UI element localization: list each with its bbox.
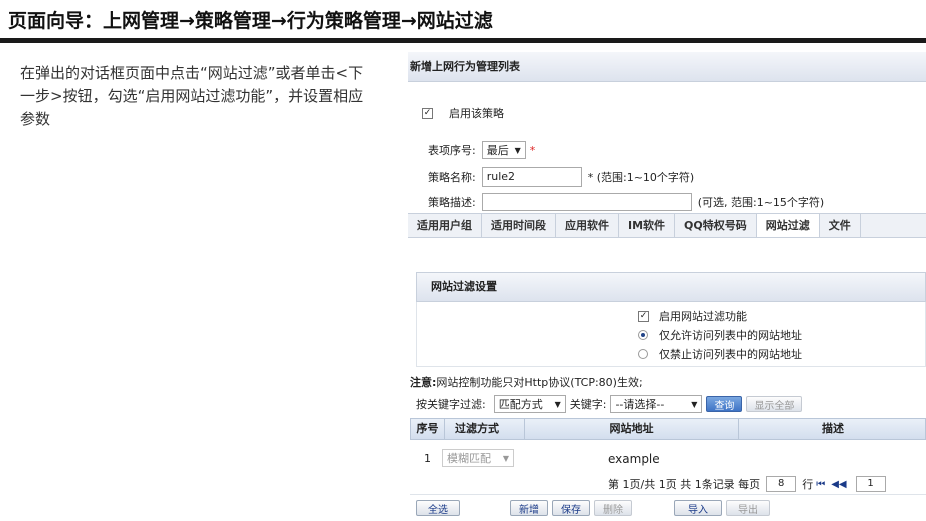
col-index: 序号 [411,419,445,439]
desc-input[interactable] [481,193,692,211]
import-button[interactable]: 导入 [674,500,722,516]
name-input[interactable]: rule2 [481,167,582,187]
enable-filter-row: ✓ 启用网站过滤功能 [638,308,747,324]
tab-user-group[interactable]: 适用用户组 [408,214,482,237]
dialog-panel: 新增上网行为管理列表 ✓ 启用该策略 表项序号: 最后 ▼ * 策略名称: rul… [408,52,926,521]
query-button[interactable]: 查询 [706,396,743,412]
row-mode-value: 模糊匹配 [447,452,491,465]
bottom-toolbar: 全选 新增 保存 删除 导入 导出 [410,494,926,521]
pager-summary: 第 1页/共 1页 共 1条记录 每页 [608,478,761,491]
tab-website-filter[interactable]: 网站过滤 [756,214,820,237]
delete-button[interactable]: 删除 [594,500,632,516]
tab-file[interactable]: 文件 [820,214,861,237]
export-button[interactable]: 导出 [726,500,770,516]
chevron-down-icon: ▼ [502,453,509,463]
enable-filter-checkbox[interactable]: ✓ [638,310,649,322]
tab-bar: 适用用户组 适用时间段 应用软件 IM软件 QQ特权号码 网站过滤 文件 [408,213,926,238]
add-button[interactable]: 新增 [510,500,548,516]
row-index: 1 [424,452,431,465]
note-row: 注意: 网站控制功能只对Http协议(TCP:80)生效; [410,374,643,390]
enable-policy-checkbox[interactable]: ✓ [422,107,433,119]
allow-only-row: 仅允许访问列表中的网站地址 [638,327,802,343]
pager: 第 1页/共 1页 共 1条记录 每页 8 行 ⏮ ◀◀ 1 [608,476,892,492]
col-desc: 描述 [822,422,844,435]
save-button[interactable]: 保存 [552,500,590,516]
note-text: 网站控制功能只对Http协议(TCP:80)生效; [436,376,643,389]
name-row: 策略名称: rule2 * (范围:1~10个字符) [428,167,694,187]
allow-only-label: 仅允许访问列表中的网站地址 [659,329,802,342]
enable-policy-label: 启用该策略 [449,107,504,120]
page-input[interactable]: 1 [855,476,886,492]
chevron-down-icon: ▼ [514,145,521,155]
chevron-down-icon: ▼ [691,399,698,409]
index-select-value: 最后 [486,144,509,157]
index-label: 表项序号: [428,144,476,157]
table-header: 序号 过滤方式 网站地址 描述 [410,418,926,440]
enable-filter-label: 启用网站过滤功能 [659,310,747,323]
per-page-unit: 行 [802,478,814,491]
name-hint: * (范围:1~10个字符) [587,171,695,184]
row-mode-select[interactable]: 模糊匹配 ▼ [442,449,514,467]
per-page-input[interactable]: 8 [766,476,797,492]
name-label: 策略名称: [428,171,476,184]
match-mode-value: 匹配方式 [498,398,543,411]
tab-time-period[interactable]: 适用时间段 [482,214,556,237]
dialog-title: 新增上网行为管理列表 [408,52,926,82]
tab-app-software[interactable]: 应用软件 [556,214,619,237]
match-mode-select[interactable]: 匹配方式 ▼ [493,395,566,413]
prev-page-icon[interactable]: ◀◀ [831,479,846,490]
tab-im-software[interactable]: IM软件 [619,214,676,237]
instruction-text: 在弹出的对话框页面中点击“网站过滤”或者单击<下一步>按钮，勾选“启用网站过滤功… [20,64,364,128]
tab-qq-privilege[interactable]: QQ特权号码 [675,214,757,237]
desc-label: 策略描述: [428,196,476,209]
keyword-filter-row: 按关键字过滤: 匹配方式 ▼ 关键字: --请选择-- ▼ 查询 显示全部 [416,395,803,413]
allow-only-radio[interactable] [638,330,648,340]
enable-policy-row: ✓ 启用该策略 [422,105,504,121]
kw-label: 关键字: [569,398,607,411]
filter-section-title: 网站过滤设置 [416,272,926,302]
index-select[interactable]: 最后 ▼ [481,141,526,159]
desc-row: 策略描述: (可选, 范围:1~15个字符) [428,193,824,211]
select-all-button[interactable]: 全选 [416,500,460,516]
index-row: 表项序号: 最后 ▼ * [428,141,535,159]
row-url: example [608,452,660,466]
col-url: 网站地址 [525,419,739,439]
title-divider [0,38,926,43]
col-mode: 过滤方式 [445,419,525,439]
page-title: 页面向导：上网管理→策略管理→行为策略管理→网站过滤 [8,10,493,32]
keyword-select-value: --请选择-- [615,398,665,411]
keyword-select[interactable]: --请选择-- ▼ [610,395,703,413]
kw-filter-label: 按关键字过滤: [416,398,486,411]
deny-only-label: 仅禁止访问列表中的网站地址 [659,348,802,361]
chevron-down-icon: ▼ [554,399,561,409]
deny-only-row: 仅禁止访问列表中的网站地址 [638,346,802,362]
desc-hint: (可选, 范围:1~15个字符) [697,196,825,209]
deny-only-radio[interactable] [638,349,648,359]
show-all-button[interactable]: 显示全部 [746,396,803,412]
note-label: 注意: [410,376,437,389]
required-mark: * [529,143,536,157]
first-page-icon[interactable]: ⏮ [816,479,825,490]
